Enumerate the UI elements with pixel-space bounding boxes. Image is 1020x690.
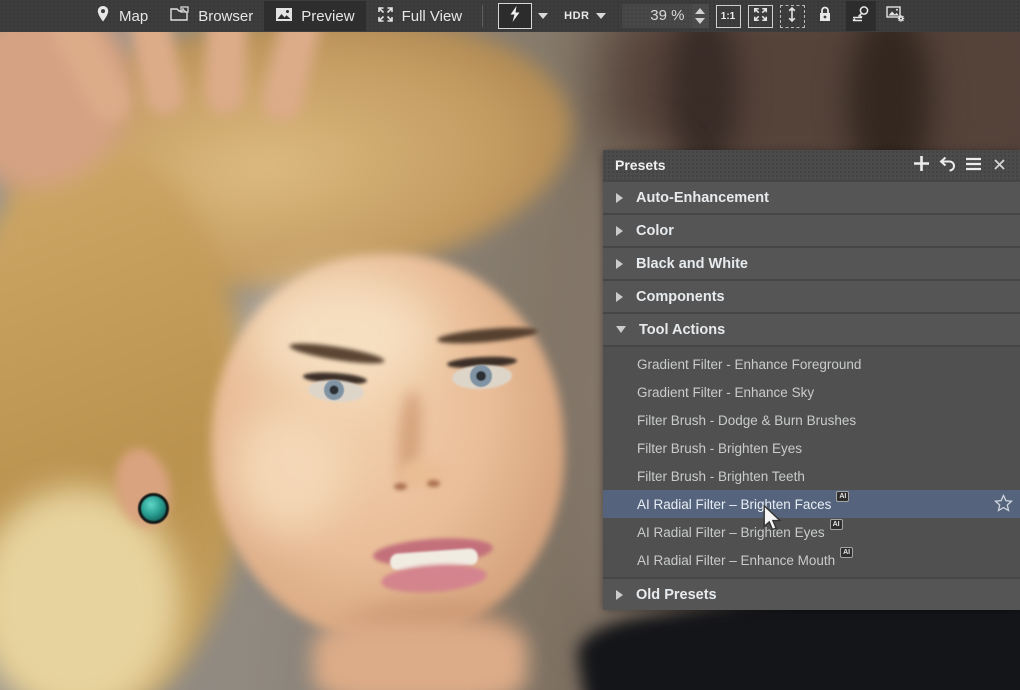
add-preset-button[interactable] [908,152,934,178]
category-label: Auto-Enhancement [636,190,769,206]
preset-item-label: AI Radial Filter – Brighten Faces [637,497,831,512]
preset-item-label: Filter Brush - Brighten Eyes [637,441,802,456]
preview-image-icon [275,7,293,26]
preset-item-label: Gradient Filter - Enhance Sky [637,385,814,400]
preset-item[interactable]: Filter Brush - Dodge & Burn Brushes [603,406,1020,434]
favorite-star-icon[interactable] [994,494,1013,516]
compare-zoom-button[interactable] [846,1,876,31]
portrait-nostril [427,480,440,487]
presets-panel-header: Presets [603,150,1020,180]
portrait-finger [204,32,248,115]
portrait-iris [324,380,344,400]
hdr-dropdown-caret[interactable] [596,13,606,19]
category-label: Color [636,223,674,239]
quick-edits-button[interactable] [498,3,532,29]
fit-to-view-button[interactable] [748,5,773,28]
portrait-neck [313,620,527,690]
hamburger-menu-icon [965,157,982,174]
lock-zoom-button[interactable] [812,4,839,29]
hdr-label[interactable]: HDR [564,10,589,22]
preset-item[interactable]: AI Radial Filter – Enhance Mouth AI [603,546,1020,574]
actual-size-button[interactable]: 1:1 [716,5,741,28]
quick-edits-dropdown-caret[interactable] [538,13,548,19]
ai-badge: AI [836,491,849,502]
undo-arrow-icon [938,156,956,175]
preset-category-tool-actions[interactable]: Tool Actions [603,314,1020,345]
toolbar-separator [482,5,483,27]
preset-item-selected[interactable]: AI Radial Filter – Brighten Faces AI [603,490,1020,518]
preset-category-components[interactable]: Components [603,281,1020,312]
tool-actions-list: Gradient Filter - Enhance Foreground Gra… [603,347,1020,577]
disclosure-collapsed-icon [616,292,623,302]
category-label: Tool Actions [639,322,725,338]
presets-panel: Presets [603,150,1020,608]
map-button[interactable]: Map [84,1,159,31]
disclosure-collapsed-icon [616,590,623,600]
preset-item-label: Filter Brush - Brighten Teeth [637,469,805,484]
browser-button[interactable]: Browser [159,1,264,31]
zoom-spinner[interactable] [692,4,709,28]
preset-item[interactable]: Gradient Filter - Enhance Sky [603,378,1020,406]
fit-arrows-icon [753,7,768,26]
photo-editor-window: Map Browser Preview Full View [0,0,1020,690]
top-toolbar: Map Browser Preview Full View [0,0,1020,32]
disclosure-collapsed-icon [616,259,623,269]
panel-menu-button[interactable] [960,152,986,178]
preset-item-label: AI Radial Filter – Brighten Eyes [637,525,825,540]
preset-item-label: Gradient Filter - Enhance Foreground [637,357,861,372]
fit-height-button[interactable] [780,5,805,28]
magnifier-swap-icon [851,5,871,28]
full-view-button[interactable]: Full View [366,1,474,31]
preset-category-auto-enhancement[interactable]: Auto-Enhancement [603,182,1020,213]
ai-badge: AI [840,547,853,558]
preview-button[interactable]: Preview [264,1,365,31]
preset-item-label: Filter Brush - Dodge & Burn Brushes [637,413,856,428]
photo-preview-canvas[interactable]: Presets [0,32,1020,690]
preset-item[interactable]: Filter Brush - Brighten Teeth [603,462,1020,490]
preset-category-old-presets[interactable]: Old Presets [603,579,1020,610]
preset-item[interactable]: AI Radial Filter – Brighten Eyes AI [603,518,1020,546]
category-label: Old Presets [636,587,717,603]
padlock-icon [817,5,833,27]
zoom-percent-input[interactable]: 39 % [622,4,692,28]
close-panel-button[interactable] [986,152,1012,178]
map-pin-icon [95,5,111,27]
full-view-button-label: Full View [402,8,463,25]
portrait-earring [138,493,169,524]
vertical-fit-icon [787,6,797,27]
plus-icon [913,155,930,175]
category-label: Components [636,289,725,305]
preset-item[interactable]: Filter Brush - Brighten Eyes [603,434,1020,462]
presets-panel-title: Presets [615,157,666,173]
preset-item[interactable]: Gradient Filter - Enhance Foreground [603,350,1020,378]
disclosure-expanded-icon [616,326,626,333]
portrait-nostril [394,483,407,490]
disclosure-collapsed-icon [616,226,623,236]
preset-category-color[interactable]: Color [603,215,1020,246]
close-icon [994,157,1005,173]
zoom-decrease-icon[interactable] [695,18,705,24]
category-label: Black and White [636,256,748,272]
image-gear-icon [886,5,906,27]
portrait-forehead-highlight [250,277,435,389]
mouse-cursor [762,505,786,538]
one-to-one-icon: 1:1 [721,11,735,22]
portrait-iris [470,365,492,387]
browser-folder-icon [170,6,190,26]
portrait-cheek-highlight [233,410,345,532]
preset-category-black-and-white[interactable]: Black and White [603,248,1020,279]
zoom-increase-icon[interactable] [695,8,705,14]
map-button-label: Map [119,8,148,25]
full-view-expand-icon [377,6,394,27]
revert-preset-button[interactable] [934,152,960,178]
preview-button-label: Preview [301,8,354,25]
lightning-bolt-icon [508,5,522,27]
preset-item-label: AI Radial Filter – Enhance Mouth [637,553,835,568]
preview-settings-button[interactable] [883,4,910,29]
ai-badge: AI [830,519,843,530]
browser-button-label: Browser [198,8,253,25]
disclosure-collapsed-icon [616,193,623,203]
